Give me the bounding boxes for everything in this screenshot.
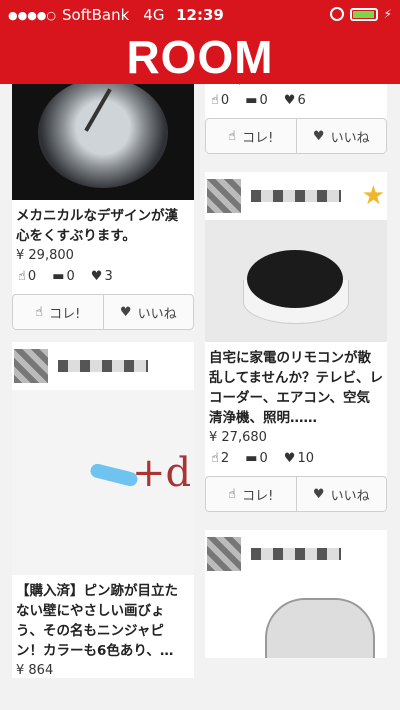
vacuum-object	[265, 598, 375, 658]
star-icon: ★	[361, 181, 385, 211]
comment-icon: ▬	[245, 451, 258, 466]
heart-icon: ♥	[90, 269, 103, 284]
comment-stat: ▬ 0	[52, 269, 75, 284]
iine-button[interactable]: ♥ いいね	[102, 295, 194, 329]
heart-icon: ♥	[283, 451, 296, 466]
finger-point-icon: ☝	[228, 128, 237, 144]
kore-stat: ☝ 0	[211, 93, 230, 108]
item-card[interactable]: ★ 自宅に家電のリモコンが散乱してませんか？テレビ、レコーダー、エアコン、空気清…	[205, 172, 387, 512]
item-photo[interactable]	[12, 70, 194, 200]
kore-stat: ☝ 0	[18, 269, 37, 284]
comment-stat: ▬ 0	[245, 93, 268, 108]
iine-button[interactable]: ♥ いいね	[295, 477, 387, 511]
item-card[interactable]	[205, 530, 387, 658]
item-photo[interactable]	[205, 578, 387, 658]
charging-icon: ⚡	[383, 7, 392, 21]
finger-point-icon: ☝	[18, 269, 26, 284]
avatar[interactable]	[14, 349, 48, 383]
like-stat: ♥ 3	[90, 269, 113, 284]
item-price: ¥ 27,680	[209, 430, 267, 445]
item-title[interactable]: メカニカルなデザインが漢心をくすぶります。	[12, 200, 194, 246]
comment-icon: ▬	[245, 93, 258, 108]
user-name[interactable]	[251, 190, 341, 202]
finger-point-icon: ☝	[35, 304, 44, 320]
status-bar: ●●●●○ SoftBank 4G 12:39 ⚡	[0, 0, 400, 30]
kore-button[interactable]: ☝ コレ!	[206, 477, 296, 511]
kore-stat: ☝ 2	[211, 451, 230, 466]
item-photo[interactable]	[205, 220, 387, 342]
app-header: ●●●●○ SoftBank 4G 12:39 ⚡ ROOM	[0, 0, 400, 84]
heart-icon: ♥	[283, 93, 296, 108]
lock-rotation-icon	[329, 7, 344, 21]
avatar[interactable]	[207, 179, 241, 213]
item-stats: ☝ 0 ▬ 0 ♥ 6	[205, 87, 387, 114]
item-price: ¥ 29,800	[16, 248, 74, 263]
like-stat: ♥ 6	[283, 93, 306, 108]
action-buttons: ☝ コレ! ♥ いいね	[205, 118, 387, 154]
heart-icon: ♥	[119, 304, 132, 320]
user-row[interactable]	[12, 342, 194, 390]
user-row[interactable]: ★	[205, 172, 387, 220]
heart-icon: ♥	[312, 486, 325, 502]
app-logo[interactable]: ROOM	[0, 32, 400, 82]
user-name[interactable]	[251, 548, 341, 560]
feed-left-column: メカニカルなデザインが漢心をくすぶります。 ¥ 29,800 ☝ 0 ▬ 0 ♥ 3 …	[12, 70, 194, 678]
item-photo[interactable]: +d	[12, 390, 194, 575]
battery-icon	[349, 7, 378, 21]
like-stat: ♥ 10	[283, 451, 314, 466]
feed-right-column: ¥ 27,680 ☝0 ▬0 ♥6 ☝コレ! ♥いいね ★ 自宅に家電のリモコン…	[205, 70, 387, 658]
item-title[interactable]: 自宅に家電のリモコンが散乱してませんか？テレビ、レコーダー、エアコン、空気清浄機…	[205, 342, 387, 428]
watch-dial	[38, 78, 168, 188]
finger-point-icon: ☝	[211, 451, 219, 466]
item-stats: ☝ 2 ▬ 0 ♥ 10	[205, 445, 387, 472]
user-row[interactable]	[205, 530, 387, 578]
iine-button[interactable]: ♥ いいね	[295, 119, 387, 153]
action-buttons: ☝ コレ! ♥ いいね	[205, 476, 387, 512]
item-card[interactable]: メカニカルなデザインが漢心をくすぶります。 ¥ 29,800 ☝ 0 ▬ 0 ♥ 3 …	[12, 70, 194, 330]
action-buttons: ☝ コレ! ♥ いいね	[12, 294, 194, 330]
status-right: ⚡	[329, 7, 392, 21]
kore-button[interactable]: ☝ コレ!	[13, 295, 103, 329]
heart-icon: ♥	[312, 128, 325, 144]
user-name[interactable]	[58, 360, 148, 372]
hub-top	[247, 250, 343, 308]
finger-point-icon: ☝	[211, 93, 219, 108]
avatar[interactable]	[207, 537, 241, 571]
comment-stat: ▬ 0	[245, 451, 268, 466]
item-card[interactable]: +d 【購入済】ピン跡が目立たない壁にやさしい画びょう、その名もニンジャピン！カ…	[12, 342, 194, 678]
item-stats: ☝ 0 ▬ 0 ♥ 3	[12, 263, 194, 290]
finger-point-icon: ☝	[228, 486, 237, 502]
pin-brand-mark: +d	[132, 450, 192, 496]
kore-button[interactable]: ☝ コレ!	[206, 119, 296, 153]
item-price: ¥ 864	[16, 663, 54, 678]
item-title[interactable]: 【購入済】ピン跡が目立たない壁にやさしい画びょう、その名もニンジャピン！カラーも…	[12, 575, 194, 661]
comment-icon: ▬	[52, 269, 65, 284]
